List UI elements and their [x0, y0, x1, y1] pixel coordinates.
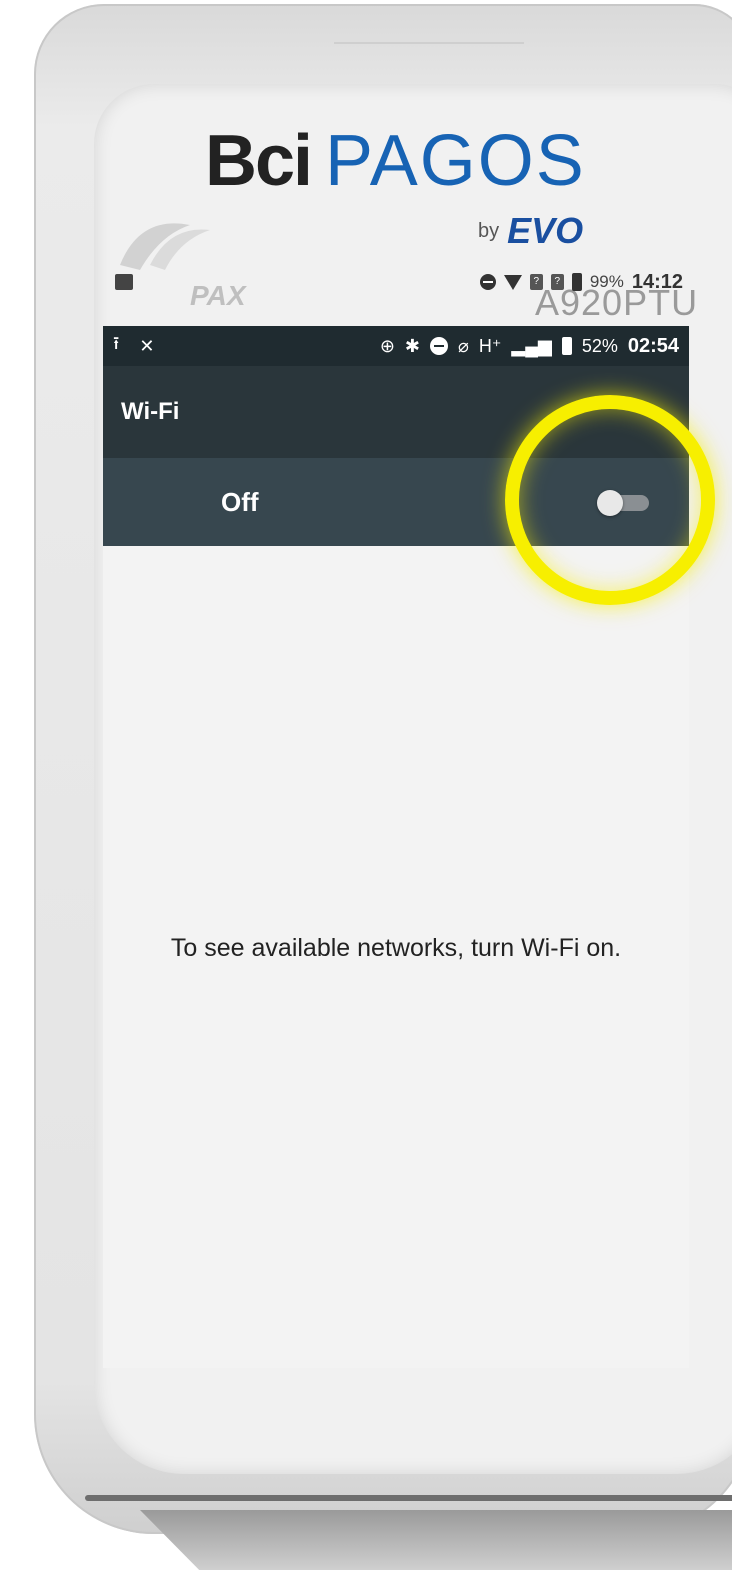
device-bottom-edge [85, 1495, 732, 1501]
upload-icon: ⭱ [113, 333, 120, 353]
data-saver-icon: ⊕ [379, 335, 395, 356]
do-not-disturb-icon [479, 274, 496, 290]
sim-1-icon: ? [529, 274, 543, 290]
no-signal-icon: ⌀ [458, 335, 469, 356]
page-title: Wi-Fi [121, 398, 180, 425]
by-evo-logo: by EVO [478, 210, 583, 252]
status-clock: 02:54 [627, 334, 679, 357]
cell-signal-icon: ▂▄▆ [511, 335, 552, 356]
by-text: by [478, 219, 500, 242]
image-notification-icon [115, 274, 133, 290]
device-top-line [334, 42, 524, 44]
empty-state-message: To see available networks, turn Wi-Fi on… [170, 934, 622, 962]
network-type-label: H⁺ [478, 335, 502, 356]
battery-percent: 52% [581, 335, 618, 356]
status-bar: ⭱ ✕ ⊕ ✱ ⌀ H⁺ ▂▄▆ 52% 02:54 [103, 326, 689, 366]
brand-logo: Bci PAGOS [205, 120, 586, 202]
wifi-toggle-label: Off [221, 486, 259, 517]
do-not-disturb-icon [430, 337, 449, 355]
brand-bci: Bci [205, 121, 313, 201]
battery-icon [561, 337, 572, 355]
wifi-signal-icon [503, 274, 522, 290]
outer-clock: 14:12 [631, 270, 683, 293]
evo-logo-text: EVO [507, 210, 584, 251]
outer-status-bar: ? ? 99% 14:12 [103, 262, 691, 302]
device-stand [140, 1510, 732, 1570]
bluetooth-icon: ✱ [404, 335, 421, 356]
sim-2-icon: ? [550, 274, 564, 290]
outer-battery-percent: 99% [589, 272, 624, 291]
battery-icon [571, 273, 582, 291]
brand-pagos: PAGOS [325, 121, 586, 201]
highlight-circle-annotation [505, 395, 715, 605]
missed-call-icon: ✕ [139, 335, 155, 356]
